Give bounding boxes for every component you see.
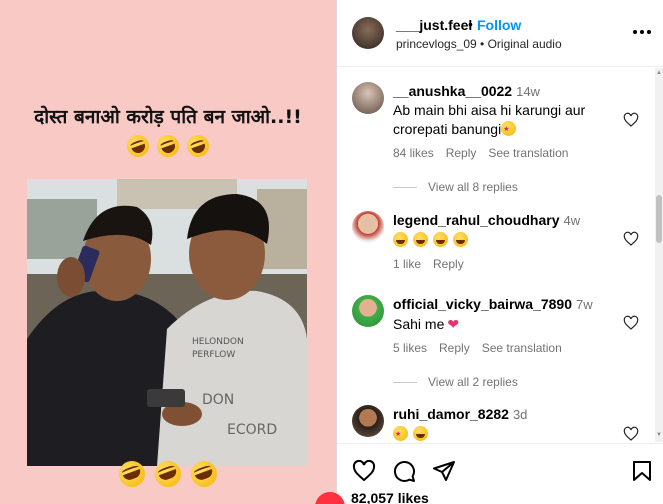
star-struck-emoji-icon xyxy=(393,425,408,442)
reply-button[interactable]: Reply xyxy=(446,146,477,160)
bookmark-icon[interactable] xyxy=(630,459,654,483)
post-side-panel: ___just.feel • Follow princevlogs_09 • O… xyxy=(337,0,663,504)
comment-likes[interactable]: 1 like xyxy=(393,257,421,271)
reply-button[interactable]: Reply xyxy=(439,341,470,355)
laughing-emoji-icon xyxy=(453,232,468,247)
send-icon[interactable] xyxy=(432,459,456,483)
laughing-emoji-icon xyxy=(413,426,428,441)
header-separator: • xyxy=(468,16,473,32)
comment-text: Sahi me ❤ xyxy=(393,315,613,334)
comment-meta: 84 likes Reply See translation xyxy=(393,146,580,160)
media-caption: दोस्त बनाओ करोड़ पति बन जाओ..!! xyxy=(34,106,302,128)
comment-time[interactable]: 7w xyxy=(576,297,593,312)
comment-username[interactable]: ruhi_damor_8282 xyxy=(393,406,509,422)
comment-likes[interactable]: 84 likes xyxy=(393,146,434,160)
comment-meta: 5 likes Reply See translation xyxy=(393,341,574,355)
comment-username-line: __anushka__0022 14w xyxy=(393,83,540,99)
video-frame[interactable]: HELONDON PERFLOW DON ECORD xyxy=(27,179,307,466)
scroll-up-arrow-icon[interactable]: ▲ xyxy=(656,70,662,76)
scrollbar-thumb[interactable] xyxy=(656,195,662,243)
comment-likes[interactable]: 5 likes xyxy=(393,341,427,355)
laughing-emoji-icon xyxy=(413,232,428,247)
comments-scrollbar[interactable]: ▲ ▼ xyxy=(655,68,663,442)
comments-list: __anushka__0022 14w Ab main bhi aisa hi k… xyxy=(337,68,663,442)
view-replies-button[interactable]: View all 2 replies xyxy=(393,375,518,389)
rofl-emoji-icon xyxy=(187,457,222,491)
laughing-emoji-icon xyxy=(433,232,448,247)
comment-icon[interactable] xyxy=(392,459,416,483)
see-translation-button[interactable]: See translation xyxy=(488,146,568,160)
comment-username-line: official_vicky_bairwa_7890 7w xyxy=(393,296,593,312)
commenter-avatar[interactable] xyxy=(352,295,384,327)
post-header: ___just.feel • Follow princevlogs_09 • O… xyxy=(337,0,663,67)
comment-username[interactable]: legend_rahul_choudhary xyxy=(393,212,559,228)
svg-text:PERFLOW: PERFLOW xyxy=(192,350,235,360)
post-media[interactable]: दोस्त बनाओ करोड़ पति बन जाओ..!! HELONDON xyxy=(0,0,336,504)
rofl-emoji-icon xyxy=(114,457,149,491)
rofl-emoji-icon xyxy=(124,132,153,161)
comment-time[interactable]: 14w xyxy=(516,84,540,99)
media-bottom-emojis xyxy=(0,457,336,491)
comment-username-line: ruhi_damor_8282 3d xyxy=(393,406,527,422)
media-caption-emojis xyxy=(0,132,336,161)
comment-text: Ab main bhi aisa hi karungi aur crorepat… xyxy=(393,101,613,139)
view-replies-label: View all 2 replies xyxy=(428,375,518,389)
svg-text:HELONDON: HELONDON xyxy=(192,337,244,347)
commenter-avatar[interactable] xyxy=(352,405,384,437)
author-username[interactable]: ___just.feel xyxy=(396,17,472,33)
reply-button[interactable]: Reply xyxy=(433,257,464,271)
comment-text xyxy=(393,425,613,442)
svg-text:DON: DON xyxy=(202,392,234,408)
author-avatar[interactable] xyxy=(352,17,384,49)
audio-credit[interactable]: princevlogs_09 • Original audio xyxy=(396,37,562,51)
pink-heart-emoji-icon: ❤ xyxy=(447,316,460,332)
comment-text-content: Ab main bhi aisa hi karungi aur crorepat… xyxy=(393,102,586,137)
comment-text-content: Sahi me xyxy=(393,316,445,332)
commenter-avatar[interactable] xyxy=(352,211,384,243)
rofl-emoji-icon xyxy=(183,132,212,161)
rofl-emoji-icon xyxy=(153,132,183,161)
comment-username[interactable]: __anushka__0022 xyxy=(393,83,512,99)
scroll-down-arrow-icon[interactable]: ▼ xyxy=(656,432,662,438)
comment-username[interactable]: official_vicky_bairwa_7890 xyxy=(393,296,572,312)
comment-like-heart-icon[interactable] xyxy=(623,426,639,442)
rofl-emoji-icon xyxy=(151,457,185,491)
comment-like-heart-icon[interactable] xyxy=(623,231,639,247)
view-replies-button[interactable]: View all 8 replies xyxy=(393,180,518,194)
video-scene-image: HELONDON PERFLOW DON ECORD xyxy=(27,179,307,466)
star-struck-emoji-icon xyxy=(501,120,517,139)
view-replies-label: View all 8 replies xyxy=(428,180,518,194)
follow-button[interactable]: Follow xyxy=(477,17,521,33)
more-options-icon[interactable] xyxy=(633,30,651,36)
likes-count[interactable]: 82,057 likes xyxy=(351,490,429,504)
laughing-emoji-icon xyxy=(393,232,408,247)
comment-time[interactable]: 4w xyxy=(563,213,580,228)
comment-text xyxy=(393,231,613,250)
comment-meta: 1 like Reply xyxy=(393,257,476,271)
comment-like-heart-icon[interactable] xyxy=(623,112,639,128)
heart-icon[interactable] xyxy=(352,459,376,483)
see-translation-button[interactable]: See translation xyxy=(482,341,562,355)
commenter-avatar[interactable] xyxy=(352,82,384,114)
comment-time[interactable]: 3d xyxy=(513,407,527,422)
svg-text:ECORD: ECORD xyxy=(227,422,277,438)
comment-like-heart-icon[interactable] xyxy=(623,315,639,331)
comment-username-line: legend_rahul_choudhary 4w xyxy=(393,212,580,228)
